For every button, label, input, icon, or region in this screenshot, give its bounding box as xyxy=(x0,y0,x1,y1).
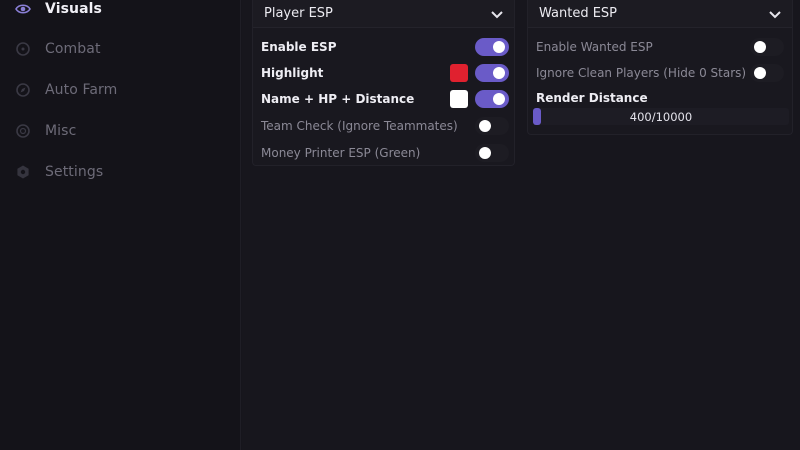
eye-icon xyxy=(15,4,31,14)
money-printer-esp-label: Money Printer ESP (Green) xyxy=(261,146,421,160)
sidebar: Visuals Combat Auto Farm Misc Settings xyxy=(0,0,241,450)
name-hp-distance-toggle[interactable] xyxy=(475,90,509,108)
enable-esp-toggle[interactable] xyxy=(475,38,509,56)
enable-esp-row: Enable ESP xyxy=(253,35,514,61)
sidebar-item-misc[interactable]: Misc xyxy=(0,114,241,148)
sidebar-item-label: Misc xyxy=(45,123,77,139)
highlight-row: Highlight xyxy=(253,61,514,87)
enable-wanted-esp-toggle[interactable] xyxy=(750,38,784,56)
sidebar-item-label: Combat xyxy=(45,41,101,57)
gear-icon xyxy=(17,165,29,179)
crosshair-icon xyxy=(16,42,30,56)
chevron-down-icon[interactable] xyxy=(490,7,504,21)
highlight-label: Highlight xyxy=(261,66,324,80)
enable-wanted-esp-row: Enable Wanted ESP xyxy=(528,35,792,61)
sidebar-item-label: Visuals xyxy=(45,1,102,17)
compass-icon xyxy=(16,83,30,97)
ignore-clean-players-toggle[interactable] xyxy=(750,64,784,82)
ignore-clean-players-label: Ignore Clean Players (Hide 0 Stars) xyxy=(536,66,747,80)
circle-icon xyxy=(16,124,30,138)
team-check-toggle[interactable] xyxy=(475,117,509,135)
enable-wanted-esp-label: Enable Wanted ESP xyxy=(536,40,653,54)
sidebar-item-combat[interactable]: Combat xyxy=(0,32,241,66)
ignore-clean-players-row: Ignore Clean Players (Hide 0 Stars) xyxy=(528,61,792,87)
name-hp-distance-label: Name + HP + Distance xyxy=(261,92,415,106)
sidebar-item-visuals[interactable]: Visuals xyxy=(0,0,241,26)
highlight-toggle[interactable] xyxy=(475,64,509,82)
money-printer-esp-toggle[interactable] xyxy=(475,144,509,162)
team-check-label: Team Check (Ignore Teammates) xyxy=(261,119,458,133)
money-printer-esp-row: Money Printer ESP (Green) xyxy=(253,141,514,167)
sidebar-item-settings[interactable]: Settings xyxy=(0,155,241,189)
name-hp-distance-color-swatch[interactable] xyxy=(450,90,468,108)
player-esp-panel: Player ESP Enable ESP Highlight Name + H… xyxy=(252,0,515,166)
enable-esp-label: Enable ESP xyxy=(261,40,337,54)
player-esp-header[interactable]: Player ESP xyxy=(253,0,514,28)
team-check-row: Team Check (Ignore Teammates) xyxy=(253,114,514,140)
render-distance-slider[interactable]: 400/10000 xyxy=(533,108,789,125)
sidebar-item-label: Settings xyxy=(45,164,104,180)
render-distance-label: Render Distance xyxy=(536,91,648,105)
main-content: Player ESP Enable ESP Highlight Name + H… xyxy=(242,0,800,450)
highlight-color-swatch[interactable] xyxy=(450,64,468,82)
sidebar-item-label: Auto Farm xyxy=(45,82,118,98)
panel-title: Player ESP xyxy=(264,6,333,21)
wanted-esp-panel: Wanted ESP Enable Wanted ESP Ignore Clea… xyxy=(527,0,793,135)
name-hp-distance-row: Name + HP + Distance xyxy=(253,87,514,113)
sidebar-item-auto-farm[interactable]: Auto Farm xyxy=(0,73,241,107)
render-distance-value: 400/10000 xyxy=(629,110,693,124)
chevron-down-icon[interactable] xyxy=(768,7,782,21)
panel-title: Wanted ESP xyxy=(539,6,618,21)
wanted-esp-header[interactable]: Wanted ESP xyxy=(528,0,792,28)
